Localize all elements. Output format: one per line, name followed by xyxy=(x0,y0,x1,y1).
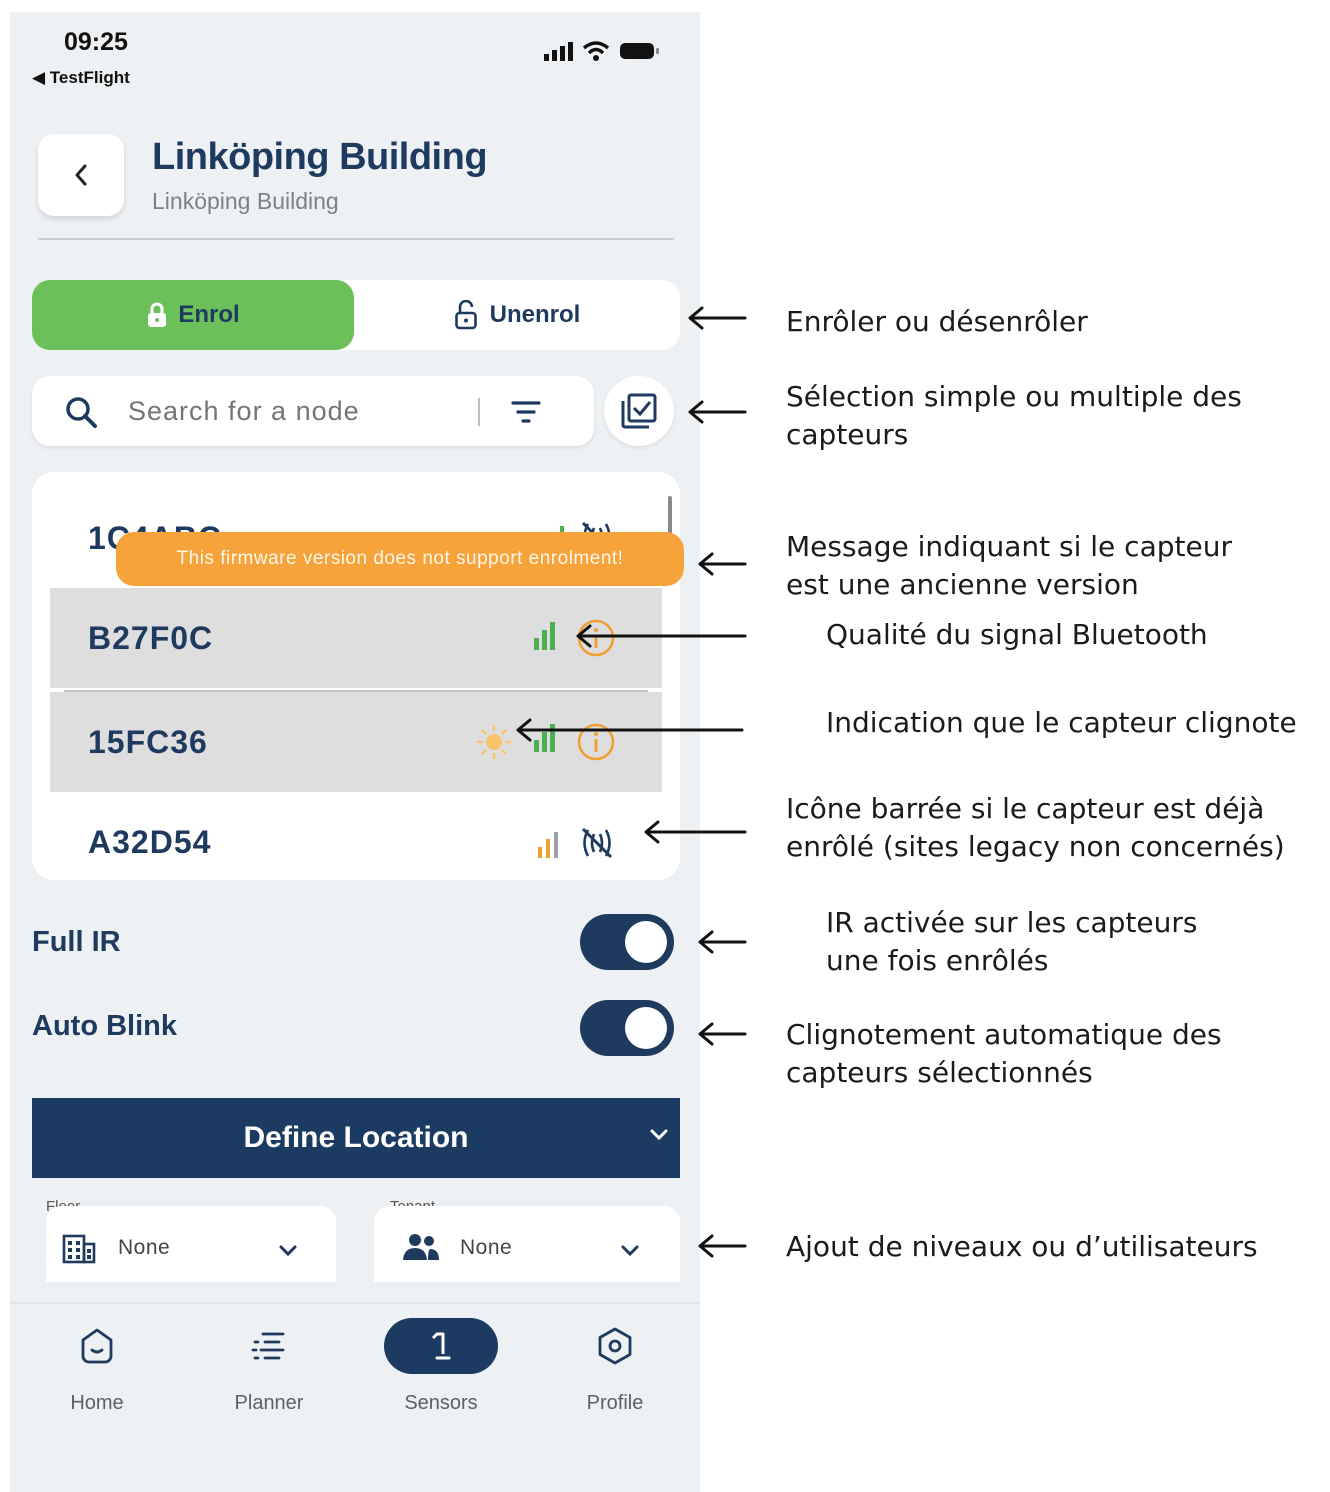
annotation-location: Ajout de niveaux ou d’utilisateurs xyxy=(786,1230,1258,1263)
annotation-auto-blink: Clignotement automatique des capteurs sé… xyxy=(786,1018,1222,1089)
annotation-selection: Sélection simple ou multiple des capteur… xyxy=(786,380,1242,451)
annotation-ir: IR activée sur les capteurs une fois enr… xyxy=(826,906,1198,977)
annotation-enrolled-icon: Icône barrée si le capteur est déjà enrô… xyxy=(786,792,1285,863)
annotation-firmware: Message indiquant si le capteur est une … xyxy=(786,530,1232,601)
annotation-enrol: Enrôler ou désenrôler xyxy=(786,305,1088,338)
annotation-arrows xyxy=(516,306,747,1258)
annotation-signal: Qualité du signal Bluetooth xyxy=(826,618,1208,651)
annotation-blink: Indication que le capteur clignote xyxy=(826,706,1297,739)
